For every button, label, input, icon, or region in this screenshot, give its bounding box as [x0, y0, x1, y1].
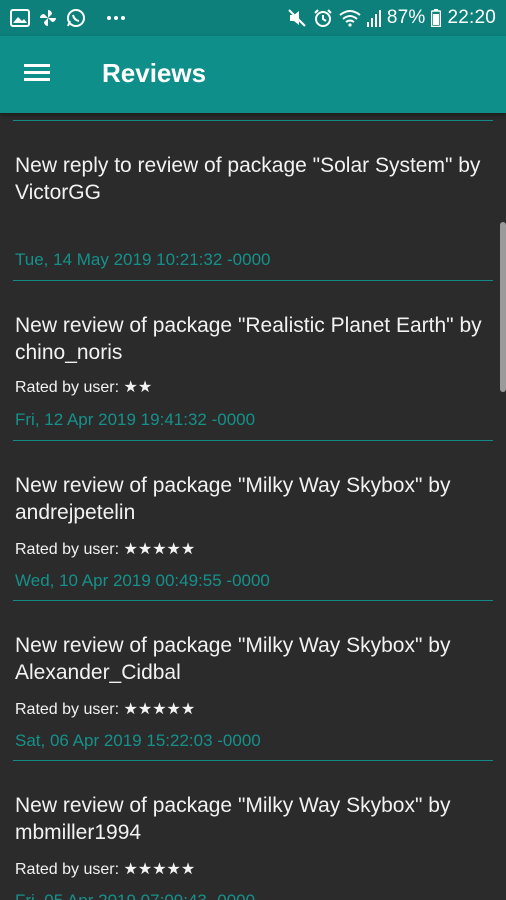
divider [13, 760, 493, 761]
hamburger-icon[interactable] [22, 60, 56, 90]
pinwheel-icon [38, 8, 58, 28]
battery-icon [431, 9, 442, 27]
review-rating: Rated by user: ★★ [15, 379, 153, 396]
review-title: New review of package "Milky Way Skybox"… [15, 474, 451, 524]
review-item[interactable]: New review of package "Milky Way Skybox"… [15, 792, 485, 900]
whatsapp-icon [66, 8, 86, 28]
review-rating: Rated by user: ★★★★★ [15, 861, 196, 878]
page-title: Reviews [102, 58, 207, 88]
divider [13, 600, 493, 601]
battery-percent: 87% [386, 7, 426, 28]
system-icons: 87% 22:20 [287, 6, 496, 30]
review-date: Tue, 14 May 2019 10:21:32 -0000 [15, 250, 271, 269]
review-date: Fri, 05 Apr 2019 07:09:43 -0000 [15, 891, 255, 900]
review-title: New review of package "Milky Way Skybox"… [15, 634, 451, 684]
review-item[interactable]: New review of package "Milky Way Skybox"… [15, 632, 485, 752]
review-title: New review of package "Milky Way Skybox"… [15, 794, 451, 844]
divider [13, 120, 493, 121]
image-icon [10, 9, 30, 27]
review-rating: Rated by user: ★★★★★ [15, 701, 196, 718]
status-bar: 87% 22:20 [0, 0, 506, 36]
review-item[interactable]: New review of package "Realistic Planet … [15, 312, 485, 432]
review-list[interactable]: New reply to review of package "Solar Sy… [0, 113, 506, 900]
review-item[interactable]: New reply to review of package "Solar Sy… [15, 152, 485, 272]
review-title: New reply to review of package "Solar Sy… [15, 154, 481, 204]
alarm-icon [313, 8, 333, 28]
review-date: Wed, 10 Apr 2019 00:49:55 -0000 [15, 571, 270, 590]
scrollbar-thumb[interactable] [500, 222, 506, 392]
more-icon [106, 15, 126, 21]
wifi-icon [339, 9, 361, 27]
signal-icon [366, 9, 381, 27]
review-title: New review of package "Realistic Planet … [15, 314, 482, 364]
notification-icons [10, 6, 126, 30]
review-item[interactable]: New review of package "Milky Way Skybox"… [15, 472, 485, 592]
mute-icon [287, 8, 307, 28]
divider [13, 440, 493, 441]
review-rating: Rated by user: ★★★★★ [15, 541, 196, 558]
divider [13, 280, 493, 281]
clock: 22:20 [447, 7, 496, 28]
review-date: Sat, 06 Apr 2019 15:22:03 -0000 [15, 731, 261, 750]
app-bar: Reviews [0, 36, 506, 113]
review-date: Fri, 12 Apr 2019 19:41:32 -0000 [15, 410, 256, 429]
